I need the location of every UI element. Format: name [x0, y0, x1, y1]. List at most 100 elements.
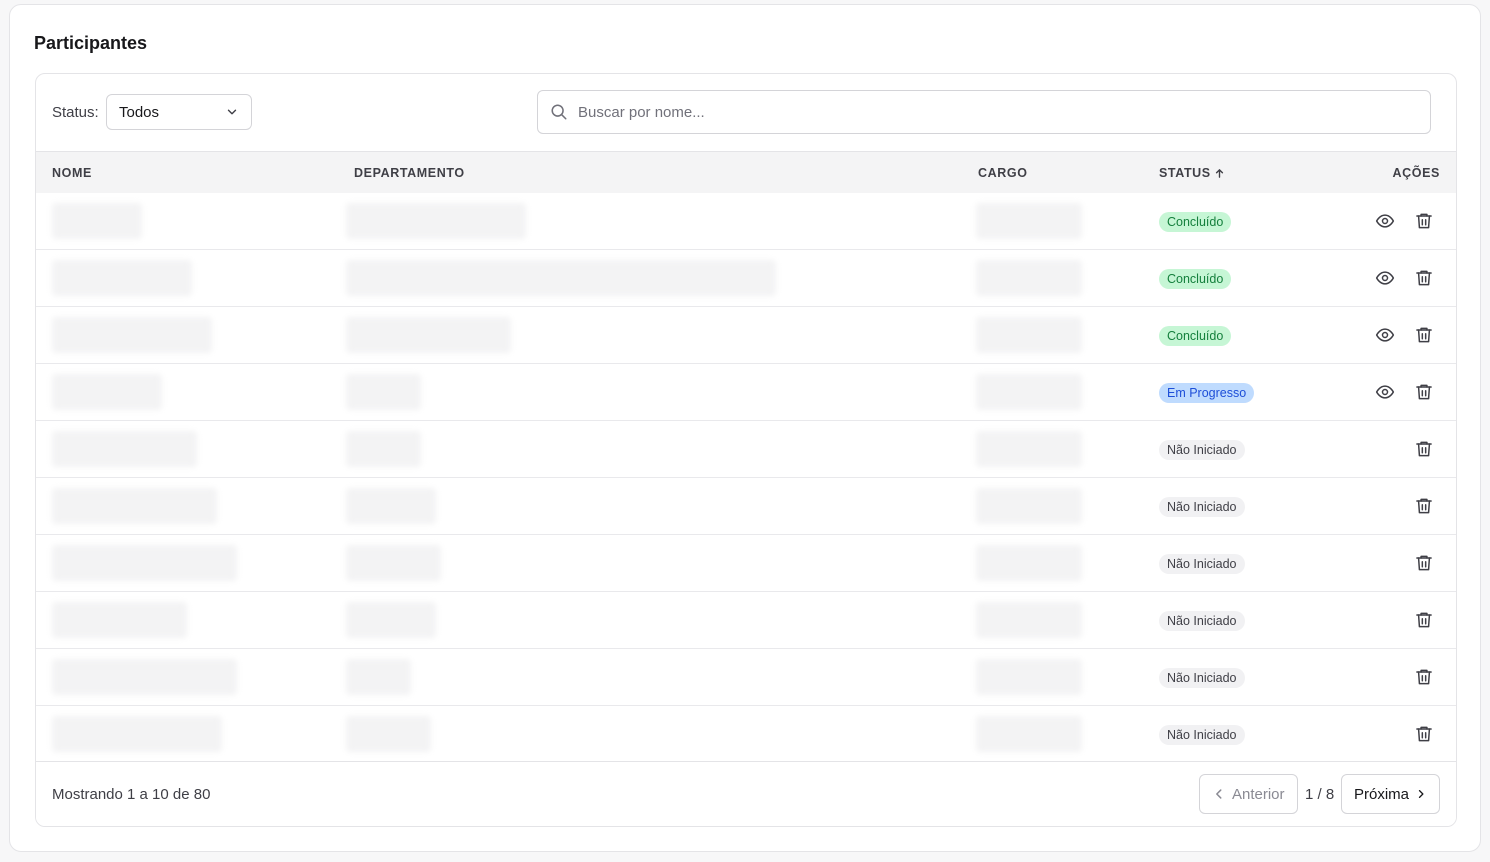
status-badge: Não Iniciado — [1159, 611, 1245, 631]
departamento-cell-redacted — [346, 431, 421, 467]
status-badge: Concluído — [1159, 212, 1232, 232]
departamento-cell-redacted — [346, 488, 436, 524]
eye-icon — [1375, 211, 1395, 231]
previous-page-button[interactable]: Anterior — [1199, 774, 1298, 814]
status-badge: Não Iniciado — [1159, 725, 1245, 745]
nome-cell-redacted — [52, 431, 197, 467]
status-filter-label: Status: — [52, 104, 99, 121]
trash-icon — [1414, 667, 1434, 687]
column-header-acoes: AÇÕES — [1392, 166, 1440, 180]
status-badge: Concluído — [1159, 326, 1232, 346]
departamento-cell-redacted — [346, 659, 411, 695]
delete-button[interactable] — [1413, 723, 1435, 745]
page-indicator: 1 / 8 — [1305, 786, 1335, 803]
nome-cell-redacted — [52, 545, 237, 581]
delete-button[interactable] — [1413, 381, 1435, 403]
delete-button[interactable] — [1413, 438, 1435, 460]
table-header: NOME DEPARTAMENTO CARGO STATUS AÇÕES — [36, 151, 1456, 193]
departamento-cell-redacted — [346, 602, 436, 638]
departamento-cell-redacted — [346, 203, 526, 239]
trash-icon — [1414, 325, 1434, 345]
status-filter-value: Todos — [119, 103, 160, 121]
table-row: Em Progresso — [36, 364, 1456, 421]
table-row: Não Iniciado — [36, 592, 1456, 649]
column-header-cargo[interactable]: CARGO — [978, 166, 1028, 180]
nome-cell-redacted — [52, 488, 217, 524]
next-page-label: Próxima — [1354, 785, 1410, 803]
eye-icon — [1375, 325, 1395, 345]
trash-icon — [1414, 211, 1434, 231]
nome-cell-redacted — [52, 716, 222, 752]
status-badge: Concluído — [1159, 269, 1232, 289]
trash-icon — [1414, 724, 1434, 744]
cargo-cell-redacted — [976, 602, 1082, 638]
delete-button[interactable] — [1413, 666, 1435, 688]
search-icon — [551, 104, 567, 120]
table-body: Concluído Concluído Concluído Em Progresso N… — [36, 193, 1456, 763]
departamento-cell-redacted — [346, 716, 431, 752]
cargo-cell-redacted — [976, 716, 1082, 752]
chevron-left-icon — [1216, 789, 1222, 799]
table-row: Não Iniciado — [36, 706, 1456, 763]
delete-button[interactable] — [1413, 609, 1435, 631]
cargo-cell-redacted — [976, 431, 1082, 467]
next-page-button[interactable]: Próxima — [1341, 774, 1440, 814]
table-row: Não Iniciado — [36, 478, 1456, 535]
delete-button[interactable] — [1413, 495, 1435, 517]
cargo-cell-redacted — [976, 317, 1082, 353]
nome-cell-redacted — [52, 317, 212, 353]
table-row: Concluído — [36, 193, 1456, 250]
trash-icon — [1414, 439, 1434, 459]
cargo-cell-redacted — [976, 488, 1082, 524]
departamento-cell-redacted — [346, 317, 511, 353]
column-header-nome[interactable]: NOME — [52, 166, 92, 180]
nome-cell-redacted — [52, 260, 192, 296]
cargo-cell-redacted — [976, 203, 1082, 239]
table-row: Não Iniciado — [36, 421, 1456, 478]
delete-button[interactable] — [1413, 324, 1435, 346]
table-row: Não Iniciado — [36, 649, 1456, 706]
participants-panel: Status: Todos NOME DEPARTAMENTO CARGO ST… — [35, 73, 1457, 827]
cargo-cell-redacted — [976, 659, 1082, 695]
pagination-footer: Mostrando 1 a 10 de 80 Anterior 1 / 8 Pr… — [36, 761, 1456, 826]
cargo-cell-redacted — [976, 374, 1082, 410]
table-row: Não Iniciado — [36, 535, 1456, 592]
trash-icon — [1414, 496, 1434, 516]
participants-card: Participantes Status: Todos NOME DEPARTA… — [9, 4, 1481, 852]
trash-icon — [1414, 553, 1434, 573]
table-row: Concluído — [36, 307, 1456, 364]
trash-icon — [1414, 610, 1434, 630]
nome-cell-redacted — [52, 203, 142, 239]
delete-button[interactable] — [1413, 552, 1435, 574]
cargo-cell-redacted — [976, 260, 1082, 296]
nome-cell-redacted — [52, 602, 187, 638]
nome-cell-redacted — [52, 659, 237, 695]
column-header-status-label: STATUS — [1159, 166, 1211, 180]
delete-button[interactable] — [1413, 210, 1435, 232]
eye-icon — [1375, 268, 1395, 288]
pagination-summary: Mostrando 1 a 10 de 80 — [52, 786, 211, 803]
status-badge: Não Iniciado — [1159, 497, 1245, 517]
trash-icon — [1414, 382, 1434, 402]
view-button[interactable] — [1374, 210, 1396, 232]
column-header-departamento[interactable]: DEPARTAMENTO — [354, 166, 465, 180]
search-box[interactable] — [537, 90, 1431, 134]
chevron-right-icon — [1418, 789, 1424, 799]
view-button[interactable] — [1374, 381, 1396, 403]
status-filter-select[interactable]: Todos — [106, 94, 252, 130]
departamento-cell-redacted — [346, 374, 421, 410]
filter-toolbar: Status: Todos — [36, 74, 1456, 151]
status-badge: Não Iniciado — [1159, 668, 1245, 688]
arrow-up-icon — [1215, 168, 1223, 178]
delete-button[interactable] — [1413, 267, 1435, 289]
view-button[interactable] — [1374, 324, 1396, 346]
departamento-cell-redacted — [346, 260, 776, 296]
previous-page-label: Anterior — [1232, 785, 1285, 803]
status-badge: Em Progresso — [1159, 383, 1255, 403]
eye-icon — [1375, 382, 1395, 402]
view-button[interactable] — [1374, 267, 1396, 289]
search-input[interactable] — [578, 103, 1418, 121]
column-header-status[interactable]: STATUS — [1159, 166, 1225, 180]
page-title: Participantes — [34, 33, 148, 53]
departamento-cell-redacted — [346, 545, 441, 581]
